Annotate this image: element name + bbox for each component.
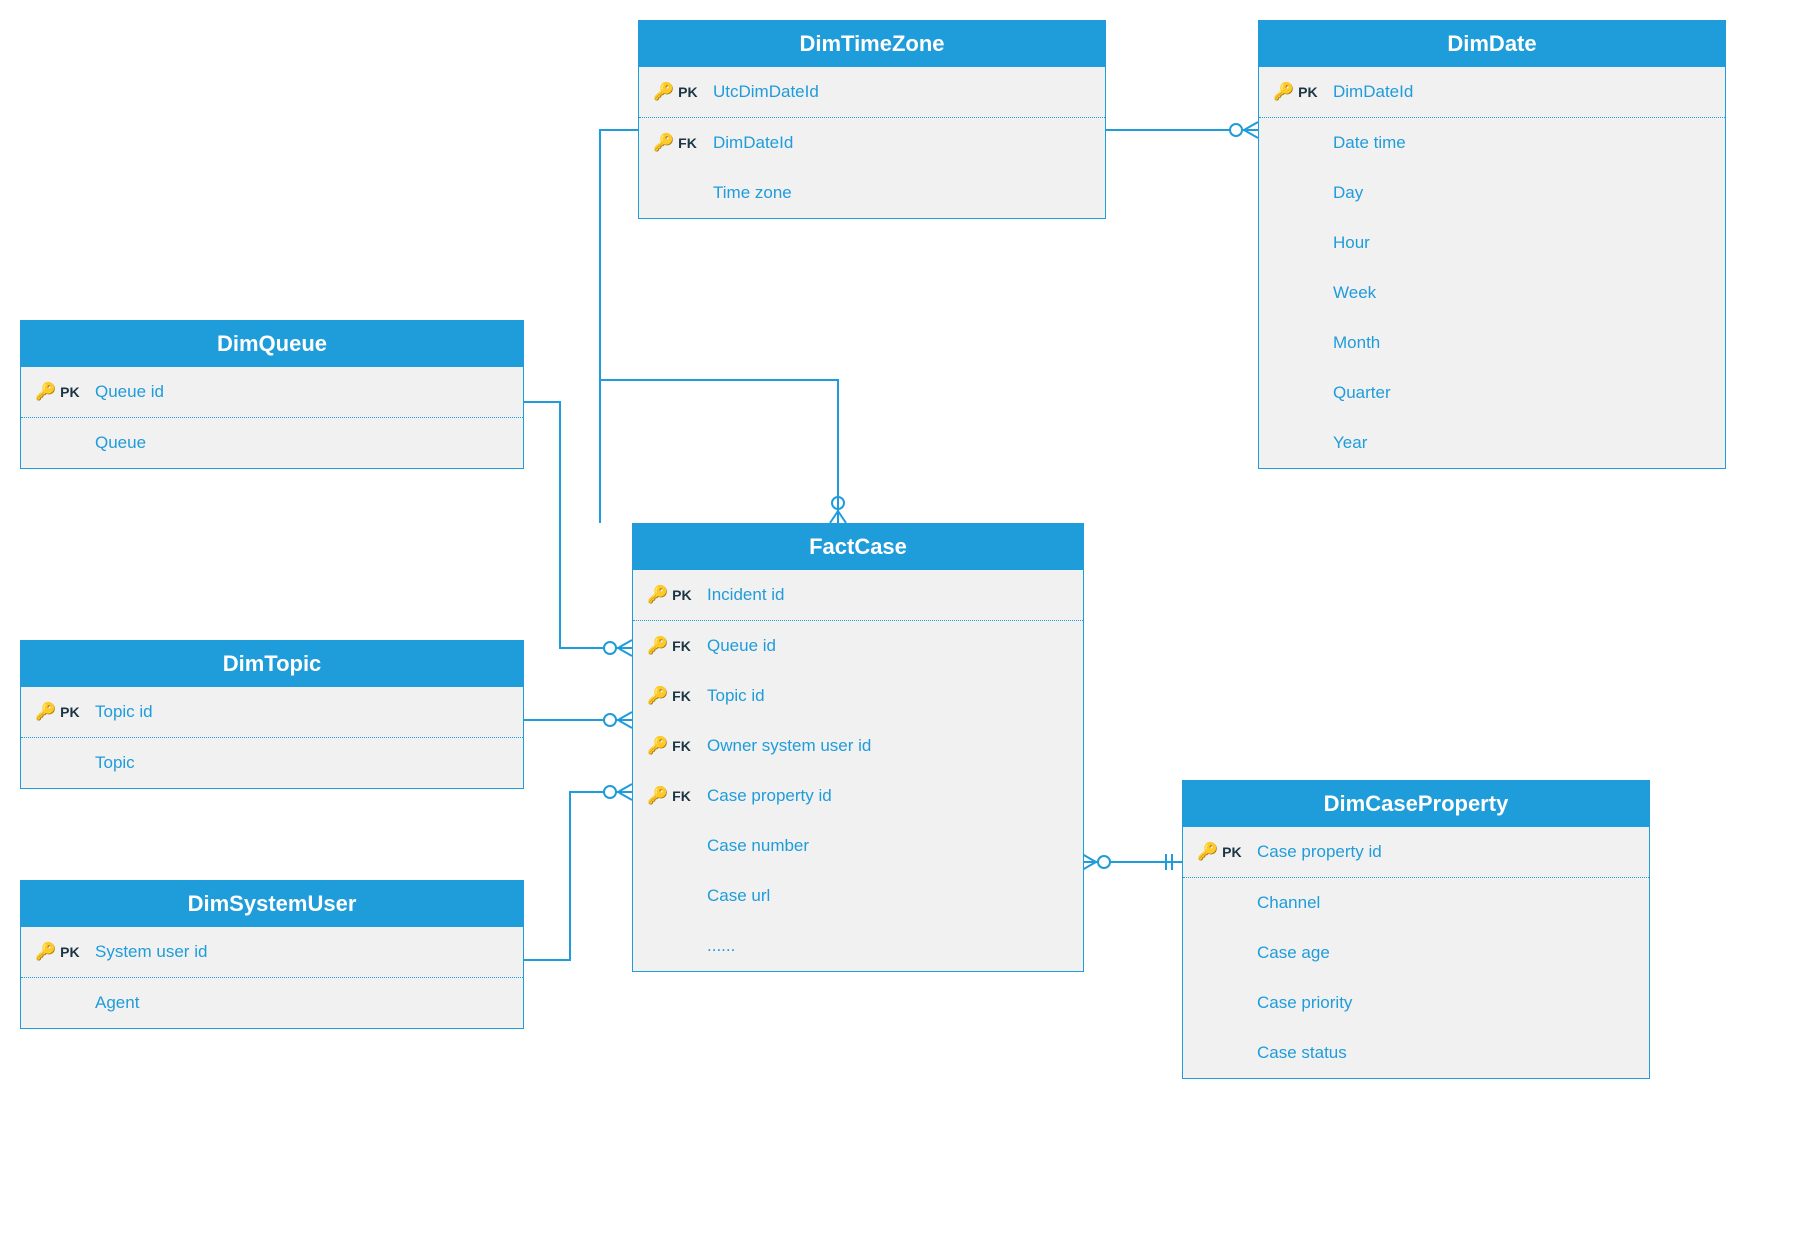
- table-row: Topic: [21, 738, 523, 788]
- rel-factcase-caseproperty: [1082, 854, 1182, 870]
- entity-dimtimezone[interactable]: DimTimeZone 🔑PKUtcDimDateId 🔑FKDimDateId…: [638, 20, 1106, 219]
- key-icon: 🔑: [647, 686, 668, 706]
- entity-title: DimCaseProperty: [1183, 781, 1649, 827]
- table-row: Day: [1259, 168, 1725, 218]
- entity-title: DimTopic: [21, 641, 523, 687]
- entity-title: FactCase: [633, 524, 1083, 570]
- entity-title: DimQueue: [21, 321, 523, 367]
- key-icon: 🔑: [653, 82, 674, 102]
- rel-timezone-dimdate: [1088, 122, 1284, 138]
- table-row: 🔑FKTopic id: [633, 671, 1083, 721]
- table-row: 🔑PKSystem user id: [21, 927, 523, 977]
- entity-dimtopic[interactable]: DimTopic 🔑PKTopic id Topic: [20, 640, 524, 789]
- table-row: 🔑FKDimDateId: [639, 118, 1105, 168]
- table-row: Quarter: [1259, 368, 1725, 418]
- entity-title: DimSystemUser: [21, 881, 523, 927]
- table-row: 🔑PKUtcDimDateId: [639, 67, 1105, 117]
- key-icon: 🔑: [647, 636, 668, 656]
- entity-factcase[interactable]: FactCase 🔑PKIncident id 🔑FKQueue id 🔑FKT…: [632, 523, 1084, 972]
- table-row: Month: [1259, 318, 1725, 368]
- rel-systemuser-factcase: [506, 784, 632, 968]
- rel-topic-factcase: [506, 712, 632, 728]
- table-row: Time zone: [639, 168, 1105, 218]
- key-icon: 🔑: [647, 585, 668, 605]
- table-row: Agent: [21, 978, 523, 1028]
- table-row: Case number: [633, 821, 1083, 871]
- entity-dimqueue[interactable]: DimQueue 🔑PKQueue id Queue: [20, 320, 524, 469]
- key-icon: 🔑: [647, 786, 668, 806]
- key-icon: 🔑: [35, 942, 56, 962]
- table-row: Case status: [1183, 1028, 1649, 1078]
- entity-title: DimTimeZone: [639, 21, 1105, 67]
- table-row: 🔑FKQueue id: [633, 621, 1083, 671]
- table-row: Year: [1259, 418, 1725, 468]
- table-row: Week: [1259, 268, 1725, 318]
- table-row: 🔑PKTopic id: [21, 687, 523, 737]
- rel-queue-factcase: [506, 394, 632, 656]
- key-icon: 🔑: [647, 736, 668, 756]
- key-icon: 🔑: [35, 702, 56, 722]
- table-row: Case age: [1183, 928, 1649, 978]
- table-row: Hour: [1259, 218, 1725, 268]
- key-icon: 🔑: [35, 382, 56, 402]
- table-row: 🔑FKCase property id: [633, 771, 1083, 821]
- entity-dimdate[interactable]: DimDate 🔑PKDimDateId Date time Day Hour …: [1258, 20, 1726, 469]
- table-row: 🔑PKDimDateId: [1259, 67, 1725, 117]
- table-row: ......: [633, 921, 1083, 971]
- table-row: Case priority: [1183, 978, 1649, 1028]
- table-row: Channel: [1183, 878, 1649, 928]
- key-icon: 🔑: [1273, 82, 1294, 102]
- table-row: Case url: [633, 871, 1083, 921]
- table-row: 🔑PKQueue id: [21, 367, 523, 417]
- key-icon: 🔑: [1197, 842, 1218, 862]
- table-row: Queue: [21, 418, 523, 468]
- table-row: 🔑FKOwner system user id: [633, 721, 1083, 771]
- entity-title: DimDate: [1259, 21, 1725, 67]
- key-icon: 🔑: [653, 133, 674, 153]
- entity-dimcaseproperty[interactable]: DimCaseProperty 🔑PKCase property id Chan…: [1182, 780, 1650, 1079]
- table-row: Date time: [1259, 118, 1725, 168]
- table-row: 🔑PKCase property id: [1183, 827, 1649, 877]
- er-diagram-canvas: DimTimeZone 🔑PKUtcDimDateId 🔑FKDimDateId…: [0, 0, 1800, 1258]
- entity-dimsystemuser[interactable]: DimSystemUser 🔑PKSystem user id Agent: [20, 880, 524, 1029]
- table-row: 🔑PKIncident id: [633, 570, 1083, 620]
